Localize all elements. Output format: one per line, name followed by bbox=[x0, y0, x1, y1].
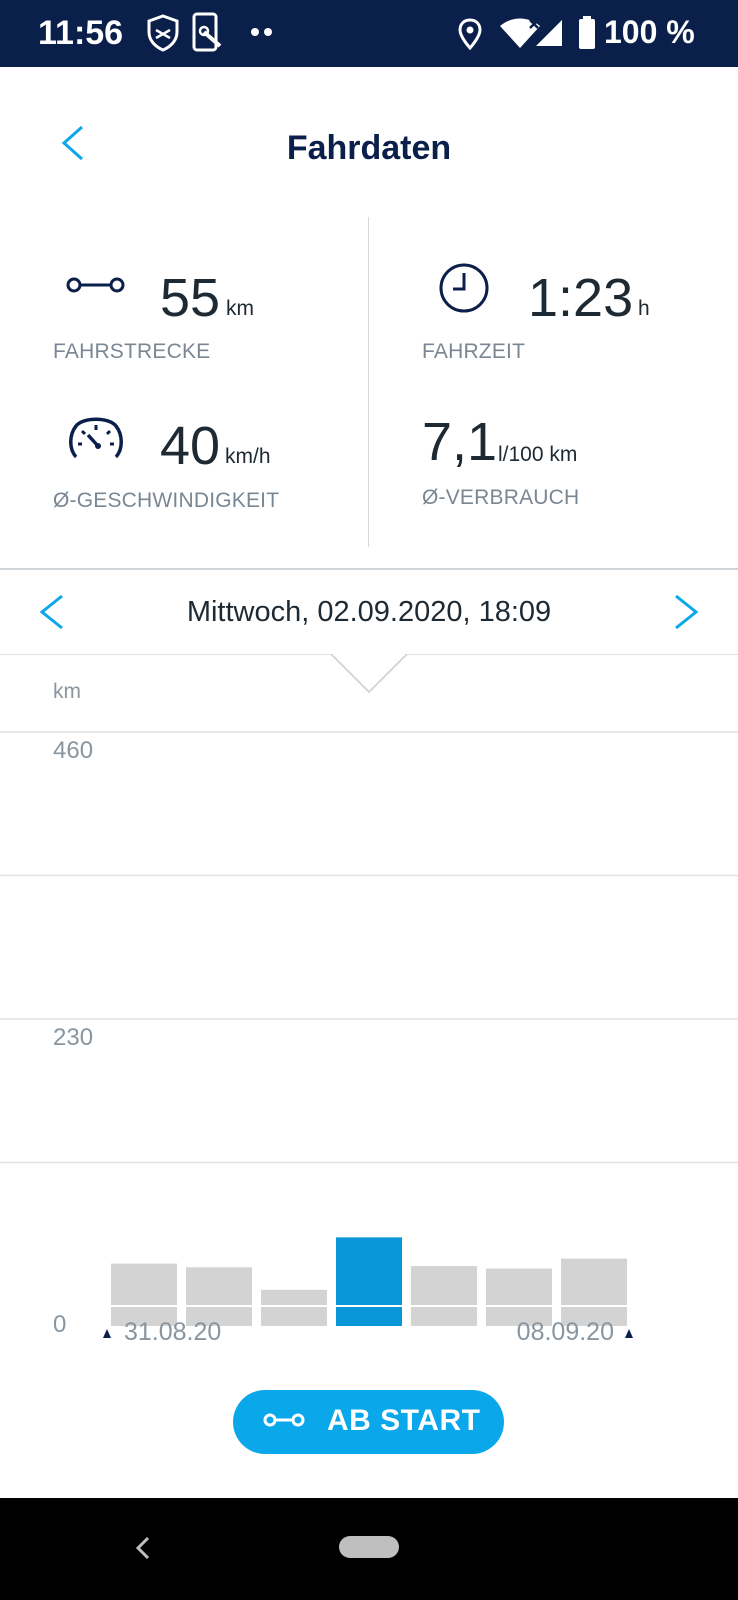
distance-unit: km bbox=[226, 297, 254, 320]
speedometer-icon bbox=[69, 417, 123, 459]
phone-debug-icon bbox=[192, 12, 222, 52]
avg-speed-unit: km/h bbox=[225, 445, 271, 468]
distance-value: 55 bbox=[160, 268, 221, 328]
location-icon bbox=[458, 18, 482, 50]
ab-start-button[interactable]: AB START bbox=[233, 1390, 504, 1454]
drive-time-value: 1:23 bbox=[528, 268, 634, 328]
status-bar: 11:56 100 % bbox=[0, 0, 738, 67]
date-navigator: Mittwoch, 02.09.2020, 18:09 bbox=[0, 570, 738, 654]
x-label-start: 31.08.20 bbox=[124, 1318, 221, 1346]
next-trip-icon[interactable] bbox=[664, 590, 708, 634]
avg-consumption-value: 7,1 bbox=[422, 412, 498, 472]
triangle-up-icon bbox=[625, 1329, 633, 1338]
avg-speed-label: Ø-GESCHWINDIGKEIT bbox=[53, 489, 280, 512]
page-title: Fahrdaten bbox=[286, 129, 452, 167]
battery-icon bbox=[579, 16, 595, 49]
clock-icon bbox=[439, 263, 489, 313]
avg-speed-value: 40 bbox=[160, 416, 221, 476]
more-dots-icon bbox=[251, 28, 272, 36]
chart-y-unit: km bbox=[53, 680, 81, 703]
app-header: Fahrdaten bbox=[0, 67, 738, 217]
chart-bar[interactable] bbox=[411, 1266, 477, 1326]
y-tick-label: 0 bbox=[53, 1311, 66, 1338]
selected-bar[interactable] bbox=[336, 1237, 402, 1326]
x-label-end: 08.09.20 bbox=[517, 1318, 614, 1346]
distance-label: FAHRSTRECKE bbox=[53, 340, 211, 363]
chart-bar[interactable] bbox=[111, 1263, 177, 1326]
battery-percentage: 100 % bbox=[604, 14, 695, 50]
drive-time-label: FAHRZEIT bbox=[422, 340, 526, 363]
system-home-button[interactable] bbox=[339, 1536, 399, 1558]
shield-icon bbox=[147, 14, 179, 52]
selection-pointer-icon bbox=[330, 654, 408, 694]
avg-consumption-label: Ø-VERBRAUCH bbox=[422, 486, 580, 509]
trip-date: Mittwoch, 02.09.2020, 18:09 bbox=[186, 596, 552, 628]
distance-bar-chart: km 460 230 0 31.08.20 08.09.20 bbox=[0, 654, 738, 1346]
trip-stats: 55 km FAHRSTRECKE 1:23 h FAHRZEIT 40 km/… bbox=[0, 217, 738, 547]
chart-bar[interactable] bbox=[561, 1258, 627, 1326]
y-tick-label: 230 bbox=[53, 1024, 93, 1051]
chart-bar[interactable] bbox=[261, 1289, 327, 1326]
avg-consumption-unit: l/100 km bbox=[498, 443, 578, 466]
drive-time-unit: h bbox=[638, 297, 650, 320]
ab-start-label: AB START bbox=[327, 1404, 481, 1437]
triangle-up-icon bbox=[103, 1329, 111, 1338]
system-nav-bar bbox=[0, 1498, 738, 1600]
status-time: 11:56 bbox=[38, 14, 124, 52]
stats-divider bbox=[368, 217, 369, 547]
system-back-icon[interactable] bbox=[128, 1528, 158, 1568]
route-icon bbox=[66, 277, 125, 293]
signal-icon bbox=[536, 20, 562, 46]
y-tick-label: 460 bbox=[53, 737, 93, 764]
route-icon bbox=[263, 1413, 305, 1427]
